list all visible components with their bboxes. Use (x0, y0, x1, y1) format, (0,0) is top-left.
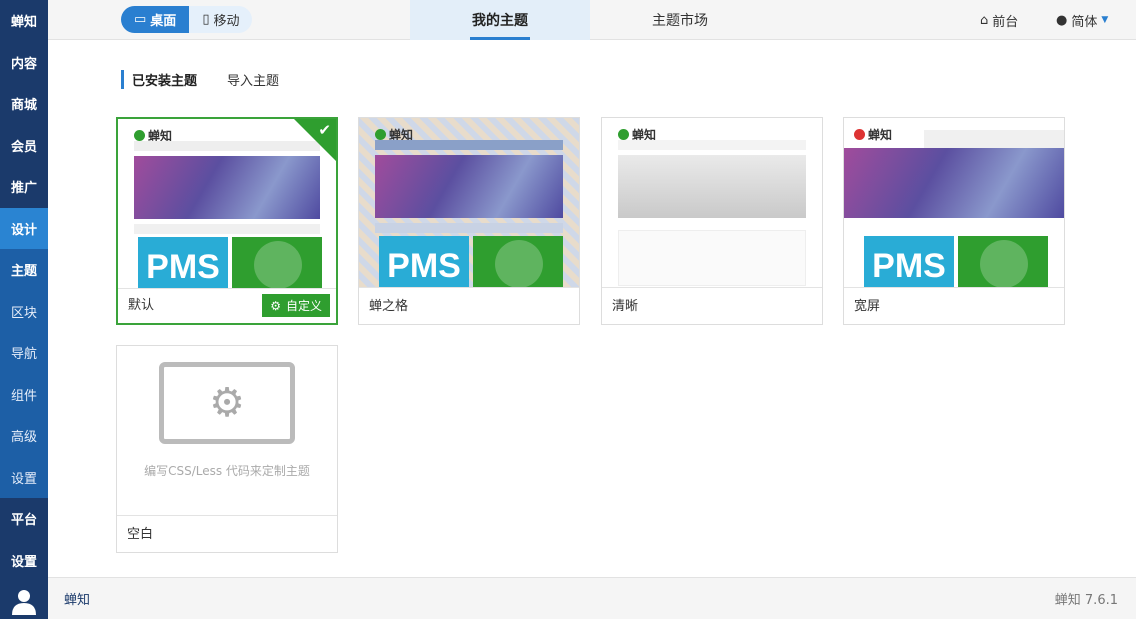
device-toggle: ▭ 桌面 ▯ 移动 (121, 6, 253, 33)
version-label: 蝉知 7.6.1 (1054, 593, 1118, 608)
sidebar-item-content[interactable]: 内容 (0, 42, 48, 84)
sidebar-sub-theme[interactable]: 主题 (0, 249, 48, 291)
theme-card-default[interactable]: 蝉知 PMS ✔ 默认 ⚙ 自定义 (116, 117, 338, 325)
topbar: ▭ 桌面 ▯ 移动 我的主题 主题市场 ⌂ 前台 ● 简体 ▼ (48, 0, 1136, 40)
user-avatar-icon[interactable] (12, 589, 36, 615)
home-icon: ⌂ (980, 12, 989, 28)
blank-theme-hint: 编写CSS/Less 代码来定制主题 (144, 464, 310, 478)
sidebar-sub-settings[interactable]: 设置 (0, 456, 48, 498)
footer-brand[interactable]: 蝉知 (64, 589, 90, 608)
theme-preview: 蝉知 PMS ✔ (118, 119, 336, 289)
sidebar-sub-widgets[interactable]: 组件 (0, 373, 48, 415)
theme-card-blank[interactable]: ⚙ 编写CSS/Less 代码来定制主题 空白 (116, 345, 338, 553)
monitor-icon: ▭ (134, 12, 147, 27)
sidebar-sub-nav[interactable]: 导航 (0, 332, 48, 374)
theme-name: 空白 (127, 527, 154, 542)
theme-card-grid[interactable]: 蝉知 PMS 蝉之格 (358, 117, 580, 325)
mobile-label: 移动 (213, 14, 240, 29)
frontend-label: 前台 (992, 14, 1019, 30)
phone-icon: ▯ (202, 12, 210, 27)
language-dropdown[interactable]: ● 简体 ▼ (1056, 0, 1108, 40)
theme-preview: 蝉知 PMS (844, 118, 1064, 288)
sidebar-item-members[interactable]: 会员 (0, 125, 48, 167)
gear-icon: ⚙ (159, 362, 295, 444)
sidebar-item-shop[interactable]: 商城 (0, 83, 48, 125)
tab-installed-themes[interactable]: 已安装主题 (121, 70, 197, 89)
tab-my-themes[interactable]: 我的主题 (410, 0, 590, 40)
customize-button[interactable]: ⚙ 自定义 (262, 294, 330, 317)
language-label: 简体 (1071, 14, 1098, 30)
theme-name: 蝉之格 (369, 299, 409, 314)
tab-theme-market[interactable]: 主题市场 (590, 0, 770, 40)
sidebar-item-platform[interactable]: 平台 (0, 498, 48, 540)
sidebar: 蝉知 内容 商城 会员 推广 设计 主题 区块 导航 组件 高级 设置 平台 设… (0, 0, 48, 619)
desktop-label: 桌面 (150, 14, 177, 29)
sidebar-item-design[interactable]: 设计 (0, 207, 48, 249)
theme-preview: ⚙ 编写CSS/Less 代码来定制主题 (117, 346, 337, 516)
caret-down-icon: ▼ (1101, 15, 1109, 25)
desktop-button[interactable]: ▭ 桌面 (121, 6, 190, 33)
theme-name: 默认 (128, 298, 155, 313)
theme-preview: 蝉知 (602, 118, 822, 288)
customize-label: 自定义 (285, 299, 322, 313)
theme-card-wide[interactable]: 蝉知 PMS 宽屏 (843, 117, 1065, 325)
theme-name: 清晰 (612, 299, 639, 314)
check-icon: ✔ (318, 121, 331, 139)
sidebar-sub-advanced[interactable]: 高级 (0, 415, 48, 457)
theme-name: 宽屏 (854, 299, 881, 314)
gear-icon: ⚙ (270, 298, 281, 313)
tab-import-theme[interactable]: 导入主题 (227, 70, 279, 89)
subtabs: 已安装主题 导入主题 (121, 70, 279, 89)
sidebar-item-promotion[interactable]: 推广 (0, 166, 48, 208)
globe-icon: ● (1056, 12, 1068, 28)
mobile-button[interactable]: ▯ 移动 (189, 6, 252, 33)
footer: 蝉知 蝉知 7.6.1 (48, 577, 1136, 619)
frontend-link[interactable]: ⌂ 前台 (980, 0, 1018, 40)
sidebar-sub-blocks[interactable]: 区块 (0, 290, 48, 332)
theme-card-clear[interactable]: 蝉知 清晰 (601, 117, 823, 325)
theme-preview: 蝉知 PMS (359, 118, 579, 288)
sidebar-item-settings[interactable]: 设置 (0, 540, 48, 582)
sidebar-brand[interactable]: 蝉知 (0, 0, 48, 42)
